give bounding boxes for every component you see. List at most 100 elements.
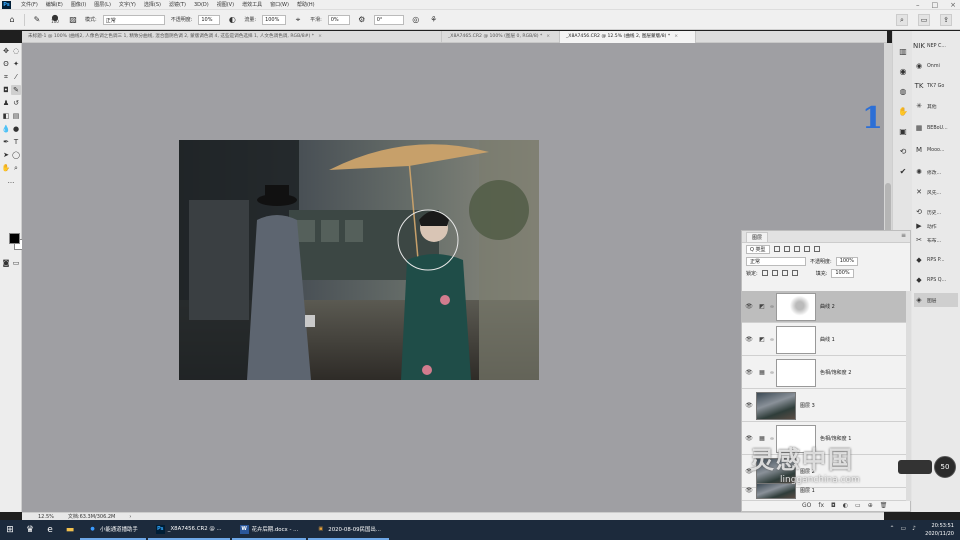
menu-type[interactable]: 文字(Y) bbox=[115, 1, 140, 8]
ellipse-tool-icon[interactable]: ◯ bbox=[11, 150, 21, 160]
lock-all-icon[interactable] bbox=[791, 270, 798, 276]
panel-item-modify[interactable]: ✺ 修改... bbox=[914, 165, 958, 179]
history-brush-tool-icon[interactable]: ↺ bbox=[11, 98, 21, 108]
navigator-icon[interactable]: ◉ bbox=[897, 65, 909, 77]
zoom-level[interactable]: 12.5% bbox=[38, 514, 54, 520]
panel-item-wind[interactable]: ✕ 风先... bbox=[914, 185, 958, 199]
taskbar-clock[interactable]: 20:53:51 2020/11/20 bbox=[925, 522, 954, 538]
panel-item-nik[interactable]: NIK NEP C... bbox=[913, 39, 958, 53]
quick-mask-icon[interactable]: ◙ bbox=[1, 258, 11, 268]
screen-mode-icon[interactable]: ▭ bbox=[11, 258, 21, 268]
brush-tool-icon[interactable]: ✎ bbox=[31, 14, 43, 26]
symmetry-icon[interactable]: ⚘ bbox=[428, 14, 440, 26]
layer-name[interactable]: 色相/饱和度 2 bbox=[820, 369, 851, 376]
eyedropper-tool-icon[interactable]: ⁄ bbox=[11, 72, 21, 82]
layer-name[interactable]: 曲线 2 bbox=[820, 303, 835, 310]
close-tab-icon[interactable]: × bbox=[546, 34, 550, 39]
lock-position-icon[interactable] bbox=[781, 270, 788, 276]
filter-smart-icon[interactable] bbox=[813, 246, 820, 252]
panel-item-rps-q[interactable]: ◆ RPS Q... bbox=[914, 273, 958, 287]
menu-image[interactable]: 图像(I) bbox=[67, 1, 90, 8]
filter-pixel-icon[interactable] bbox=[773, 246, 780, 252]
menu-file[interactable]: 文件(F) bbox=[17, 1, 42, 8]
minimize-icon[interactable]: – bbox=[916, 1, 920, 9]
fill-field[interactable]: 100% bbox=[831, 268, 854, 278]
menu-view[interactable]: 视图(V) bbox=[213, 1, 238, 8]
panel-item-other[interactable]: ✳ 其他 bbox=[914, 99, 958, 113]
pressure-size-icon[interactable]: ◎ bbox=[410, 14, 422, 26]
recording-timer[interactable]: 50 bbox=[934, 456, 956, 478]
panel-item-history[interactable]: ⟲ 历史... bbox=[914, 205, 958, 219]
taskbar-app[interactable]: ▣ 2020-08-09民国出... bbox=[308, 520, 389, 540]
visibility-eye-icon[interactable]: 👁 bbox=[742, 303, 756, 310]
maximize-icon[interactable]: □ bbox=[932, 1, 939, 9]
zoom-tool-icon[interactable]: ⌕ bbox=[11, 163, 21, 173]
menu-help[interactable]: 帮助(H) bbox=[293, 1, 319, 8]
info-icon[interactable]: ▣ bbox=[897, 125, 909, 137]
brush-preset-picker[interactable]: ● 100 bbox=[49, 13, 61, 26]
airbrush-icon[interactable]: ⌖ bbox=[292, 14, 304, 26]
panel-item-cut[interactable]: ✂ 布布... bbox=[914, 233, 958, 247]
pressure-opacity-icon[interactable]: ◐ bbox=[226, 14, 238, 26]
home-icon[interactable]: ⌂ bbox=[6, 14, 18, 26]
file-explorer-icon[interactable]: ▬ bbox=[60, 520, 80, 540]
crop-tool-icon[interactable]: ⌗ bbox=[1, 72, 11, 82]
visibility-eye-icon[interactable]: 👁 bbox=[742, 369, 756, 376]
status-menu-arrow[interactable]: › bbox=[129, 514, 131, 520]
network-icon[interactable]: ▭ bbox=[900, 525, 906, 532]
recording-widget[interactable] bbox=[898, 460, 932, 474]
lock-transparent-icon[interactable] bbox=[761, 270, 768, 276]
visibility-eye-icon[interactable]: 👁 bbox=[742, 336, 756, 343]
layer-thumbnail[interactable] bbox=[756, 391, 796, 420]
layer-row[interactable]: 👁 图层 3 bbox=[742, 390, 906, 422]
layer-name[interactable]: 曲线 1 bbox=[820, 336, 835, 343]
eraser-tool-icon[interactable]: ◧ bbox=[1, 111, 11, 121]
panel-item-layers[interactable]: ◈ 图层 bbox=[914, 293, 958, 307]
path-selection-tool-icon[interactable]: ➤ bbox=[1, 150, 11, 160]
menu-window[interactable]: 窗口(W) bbox=[266, 1, 293, 8]
panel-menu-icon[interactable]: ≡ bbox=[901, 232, 906, 239]
visibility-eye-icon[interactable]: 👁 bbox=[742, 402, 756, 409]
foreground-color-swatch[interactable] bbox=[9, 233, 20, 244]
smooth-settings-icon[interactable]: ⚙ bbox=[356, 14, 368, 26]
layer-row[interactable]: 👁 ▦ ∞ 色相/饱和度 2 bbox=[742, 357, 906, 389]
tray-up-icon[interactable]: ⌃ bbox=[889, 525, 894, 532]
tab-document-2[interactable]: _X8A7465.CR2 @ 100% (图层 0, RGB/8) * × bbox=[442, 31, 560, 43]
search-icon[interactable]: ⌕ bbox=[896, 14, 908, 26]
blend-mode-select[interactable]: 正常 bbox=[746, 256, 806, 266]
blur-tool-icon[interactable]: 💧 bbox=[1, 124, 11, 134]
layer-opacity-field[interactable]: 100% bbox=[835, 256, 858, 266]
panel-item-onmi[interactable]: ◉ Onmi bbox=[914, 59, 958, 73]
penguin-icon[interactable]: ♛ bbox=[20, 520, 40, 540]
taskbar-app[interactable]: Ps _X8A7456.CR2 @ ... bbox=[147, 520, 230, 540]
volume-icon[interactable]: ♪ bbox=[912, 525, 916, 532]
panel-item-actions[interactable]: ▶ 动作 bbox=[914, 219, 958, 233]
tab-document-1[interactable]: 未标题-1 @ 100% (曲线2, 人像色调之色调三 1, 精致分曲线, 混合… bbox=[22, 31, 442, 43]
patch-tool-icon[interactable]: ◘ bbox=[1, 85, 11, 95]
move-tool-icon[interactable]: ✥ bbox=[1, 46, 11, 56]
taskbar-app[interactable]: W 花卉后期.docx - ... bbox=[231, 520, 307, 540]
menu-edit[interactable]: 编辑(E) bbox=[42, 1, 67, 8]
pen-tool-icon[interactable]: ✒ bbox=[1, 137, 11, 147]
close-tab-icon[interactable]: × bbox=[318, 34, 322, 39]
panel-item-tk[interactable]: TK TK7 Go bbox=[914, 79, 958, 93]
taskbar-app[interactable]: ● 小能通道播助手 bbox=[80, 520, 146, 540]
brush-settings-icon[interactable]: ▨ bbox=[67, 14, 79, 26]
dodge-tool-icon[interactable]: ● bbox=[11, 124, 21, 134]
layer-mask-thumbnail[interactable] bbox=[776, 325, 816, 354]
menu-plugins[interactable]: 增效工具 bbox=[238, 1, 266, 8]
close-tab-icon[interactable]: × bbox=[674, 34, 678, 39]
opacity-field[interactable]: 10% bbox=[198, 14, 221, 25]
filter-shape-icon[interactable] bbox=[803, 246, 810, 252]
magic-wand-tool-icon[interactable]: ✦ bbox=[11, 59, 21, 69]
edge-browser-icon[interactable]: e bbox=[40, 520, 60, 540]
more-tools-icon[interactable]: ··· bbox=[6, 178, 16, 188]
layer-row[interactable]: 👁 ◩ ∞ 曲线 2 bbox=[742, 291, 906, 323]
share-icon[interactable]: ⇪ bbox=[940, 14, 952, 26]
layer-mask-thumbnail[interactable] bbox=[776, 292, 816, 321]
menu-select[interactable]: 选择(S) bbox=[140, 1, 165, 8]
clone-stamp-tool-icon[interactable]: ♟ bbox=[1, 98, 11, 108]
windows-start-icon[interactable]: ⊞ bbox=[0, 520, 20, 540]
menu-3d[interactable]: 3D(D) bbox=[190, 2, 213, 8]
gradient-tool-icon[interactable]: ▤ bbox=[11, 111, 21, 121]
